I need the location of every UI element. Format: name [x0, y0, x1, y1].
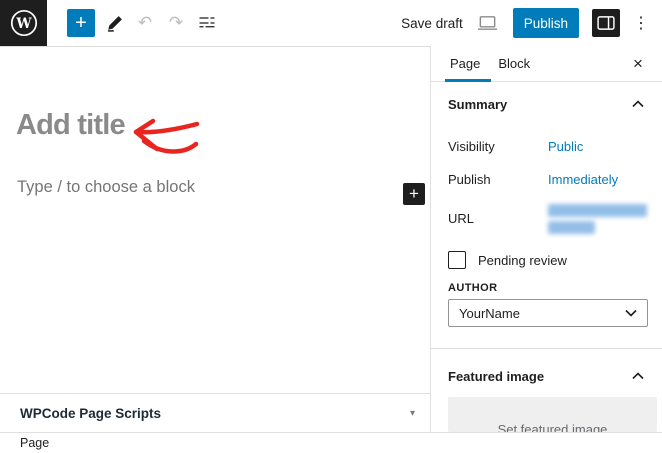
publish-date-label: Publish: [448, 172, 491, 187]
set-featured-image-button[interactable]: Set featured image: [448, 397, 657, 432]
options-menu-button[interactable]: ⋮: [633, 13, 649, 33]
featured-image-heading: Featured image: [448, 369, 544, 384]
empty-block-placeholder[interactable]: Type / to choose a block: [17, 178, 195, 197]
wordpress-block-editor: W + ↶ ↷ Save d: [0, 0, 662, 453]
toolbar-right-group: Save draft Publish ⋮: [401, 8, 662, 38]
sidebar-panel-icon: [597, 15, 615, 31]
pencil-icon: [105, 14, 124, 33]
add-block-button[interactable]: +: [403, 183, 425, 205]
url-value-redacted-line2[interactable]: [548, 221, 595, 234]
wordpress-logo-icon: W: [9, 8, 39, 38]
summary-panel-header[interactable]: Summary: [448, 96, 507, 114]
tab-page[interactable]: Page: [445, 46, 485, 81]
breadcrumb-page[interactable]: Page: [20, 436, 49, 450]
chevron-up-icon[interactable]: [632, 100, 644, 108]
close-sidebar-button[interactable]: ×: [628, 53, 648, 75]
editor-footer-breadcrumb: Page: [0, 432, 662, 453]
undo-button[interactable]: ↶: [133, 9, 157, 37]
visibility-value-link[interactable]: Public: [548, 139, 583, 154]
wpcode-page-scripts-panel[interactable]: WPCode Page Scripts ▾: [0, 393, 430, 432]
sidebar-tabs: Page Block ×: [431, 46, 662, 82]
visibility-label: Visibility: [448, 139, 495, 154]
featured-image-panel-header[interactable]: Featured image: [448, 368, 544, 386]
red-annotation-arrow: [112, 103, 207, 168]
post-title-input[interactable]: Add title: [16, 109, 125, 142]
chevron-up-icon[interactable]: [632, 372, 644, 380]
preview-desktop-icon: [477, 14, 498, 32]
author-field-label: AUTHOR: [448, 282, 497, 294]
url-label: URL: [448, 211, 474, 226]
author-select[interactable]: YourName: [448, 299, 648, 327]
redo-button[interactable]: ↷: [164, 9, 188, 37]
editor-canvas[interactable]: Add title Type / to choose a block + WPC…: [0, 46, 430, 432]
preview-button[interactable]: [476, 9, 500, 37]
block-inserter-toggle[interactable]: +: [67, 9, 95, 37]
publish-date-value-link[interactable]: Immediately: [548, 172, 618, 187]
dropdown-triangle-icon: ▾: [410, 408, 415, 419]
list-view-icon: [197, 13, 217, 33]
summary-heading: Summary: [448, 97, 507, 112]
wordpress-logo[interactable]: W: [0, 0, 47, 46]
toolbar-left-group: + ↶ ↷: [67, 9, 219, 37]
url-value-redacted-line1[interactable]: [548, 204, 647, 217]
pending-review-label: Pending review: [478, 253, 567, 268]
settings-sidebar-toggle[interactable]: [592, 9, 620, 37]
set-featured-image-label: Set featured image: [448, 422, 657, 432]
save-draft-button[interactable]: Save draft: [401, 16, 463, 31]
active-tab-indicator: [445, 79, 491, 82]
editor-body: Add title Type / to choose a block + WPC…: [0, 46, 662, 432]
author-selected-value: YourName: [459, 306, 625, 321]
edit-mode-button[interactable]: [102, 9, 126, 37]
document-overview-button[interactable]: [195, 9, 219, 37]
redo-icon: ↷: [169, 13, 183, 33]
tab-block[interactable]: Block: [493, 46, 535, 81]
publish-button[interactable]: Publish: [513, 8, 579, 38]
settings-sidebar: Page Block × Summary Visibility Public P…: [430, 46, 662, 432]
svg-text:W: W: [15, 16, 32, 32]
panel-divider: [431, 348, 662, 349]
chevron-down-icon: [625, 309, 637, 317]
wpcode-panel-label: WPCode Page Scripts: [20, 406, 410, 421]
pending-review-checkbox[interactable]: [448, 251, 466, 269]
editor-topbar: W + ↶ ↷ Save d: [0, 0, 662, 46]
undo-icon: ↶: [138, 13, 152, 33]
